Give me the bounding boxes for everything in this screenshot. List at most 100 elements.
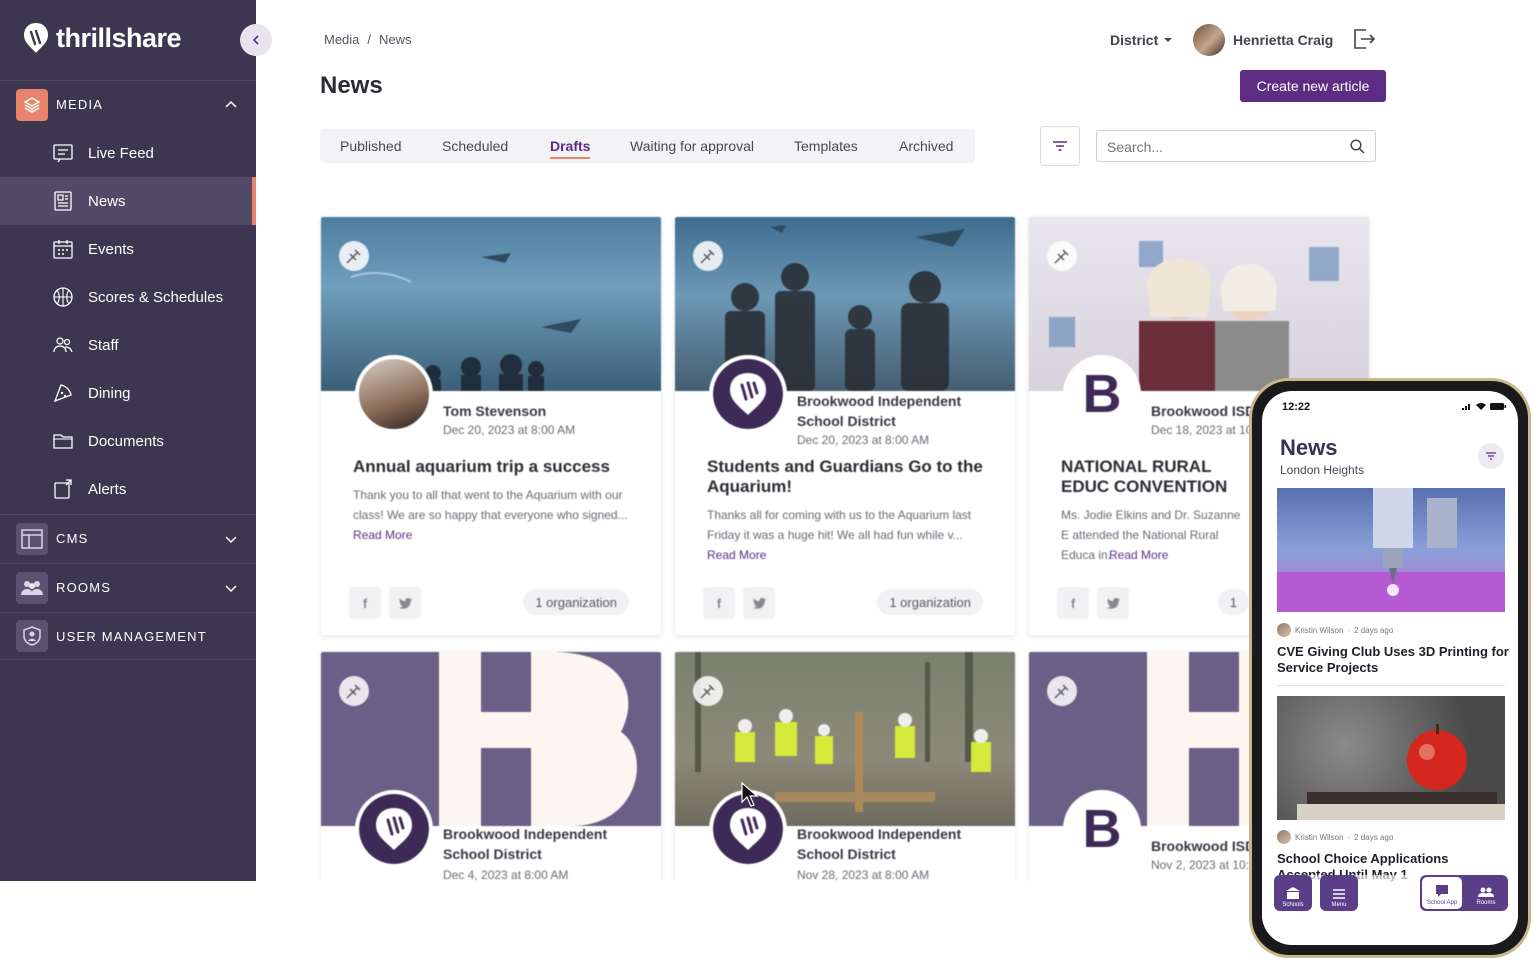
avatar: [1193, 24, 1225, 56]
card-date: Dec 20, 2023 at 8:00 AM: [443, 423, 576, 437]
phone-nav-menu[interactable]: Menu: [1320, 875, 1358, 911]
rooms-section-label: ROOMS: [56, 580, 112, 595]
tab-drafts[interactable]: Drafts: [550, 129, 591, 163]
organization-count-badge: 1 organization: [877, 589, 983, 615]
pin-icon[interactable]: [339, 676, 369, 706]
breadcrumb-current: News: [379, 32, 412, 47]
article-card[interactable]: Brookwood Independent School District No…: [675, 652, 1015, 912]
read-more-link[interactable]: Read More: [353, 528, 412, 542]
author-avatar: [355, 355, 433, 433]
layout-icon: [16, 522, 48, 555]
pin-icon[interactable]: [339, 241, 369, 271]
search-icon[interactable]: [1350, 139, 1365, 154]
user-management-section-header[interactable]: USER MANAGEMENT: [0, 612, 256, 660]
tab-scheduled[interactable]: Scheduled: [442, 129, 508, 163]
phone-article-title[interactable]: CVE Giving Club Uses 3D Printing for Ser…: [1277, 644, 1509, 676]
phone-filter-button[interactable]: [1478, 443, 1504, 469]
phone-nav-schools[interactable]: Schools: [1274, 875, 1312, 911]
breadcrumb-separator: /: [367, 32, 372, 47]
card-title[interactable]: NATIONAL RURAL EDUC CONVENTION: [1061, 457, 1261, 497]
filter-button[interactable]: [1040, 126, 1080, 166]
chevron-up-icon: [225, 100, 237, 108]
twitter-share-button[interactable]: [743, 587, 775, 619]
sidebar-item-dining[interactable]: Dining: [0, 369, 256, 417]
article-card[interactable]: Tom Stevenson Dec 20, 2023 at 8:00 AM An…: [321, 217, 661, 635]
sidebar-item-alerts[interactable]: Alerts: [0, 465, 256, 513]
printer-illustration: [1277, 488, 1505, 612]
divider: [1277, 685, 1505, 686]
author-avatar: [1277, 830, 1291, 844]
district-logo-avatar: [355, 790, 433, 868]
nav-label: Schools: [1282, 902, 1304, 908]
phone-article-time: 2 days ago: [1354, 832, 1394, 842]
brand-logo[interactable]: thrillshare: [22, 22, 182, 54]
district-logo-icon: [359, 794, 429, 864]
sidebar-item-news[interactable]: News: [0, 177, 256, 225]
facebook-share-button[interactable]: f: [349, 587, 381, 619]
school-icon: [1286, 887, 1300, 899]
menu-icon: [1333, 889, 1345, 899]
breadcrumb-media-link[interactable]: Media: [324, 32, 359, 47]
card-date: Dec 4, 2023 at 8:00 AM: [443, 868, 569, 882]
facebook-icon: f: [716, 595, 722, 611]
phone-nav-rooms[interactable]: Rooms: [1466, 877, 1506, 909]
sidebar-item-documents[interactable]: Documents: [0, 417, 256, 465]
status-tabs: Published Scheduled Drafts Waiting for a…: [320, 129, 975, 163]
district-dropdown[interactable]: District: [1110, 32, 1173, 48]
media-section-header[interactable]: MEDIA: [0, 80, 256, 128]
cms-section-header[interactable]: CMS: [0, 514, 256, 562]
district-logo-avatar: [709, 355, 787, 433]
card-date: Dec 20, 2023 at 8:00 AM: [797, 433, 930, 447]
search-input[interactable]: [1107, 137, 1337, 157]
card-date: Nov 2, 2023 at 10:5: [1151, 858, 1256, 872]
sidebar-item-events[interactable]: Events: [0, 225, 256, 273]
facebook-share-button[interactable]: f: [703, 587, 735, 619]
pin-icon[interactable]: [1047, 676, 1077, 706]
read-more-link[interactable]: Read More: [707, 548, 766, 562]
tab-archived[interactable]: Archived: [899, 129, 953, 163]
logout-button[interactable]: [1352, 28, 1376, 55]
organization-count-badge: 1: [1217, 589, 1249, 615]
phone-preview: 12:22 News London Heights Kristin Wilson…: [1249, 378, 1531, 958]
pin-icon[interactable]: [693, 676, 723, 706]
media-section-label: MEDIA: [56, 97, 104, 112]
pin-icon[interactable]: [693, 241, 723, 271]
chevron-left-icon: [252, 35, 259, 45]
user-menu[interactable]: Henrietta Craig: [1193, 24, 1333, 56]
tab-label: Waiting for approval: [630, 138, 754, 154]
card-author: Tom Stevenson: [443, 403, 547, 419]
rooms-section-header[interactable]: ROOMS: [0, 563, 256, 611]
card-title[interactable]: Annual aquarium trip a success: [353, 457, 643, 477]
tab-label: Scheduled: [442, 138, 509, 154]
article-card[interactable]: Brookwood Independent School District De…: [321, 652, 661, 912]
pin-icon[interactable]: [1047, 241, 1077, 271]
active-tab-underline: [550, 157, 591, 159]
sidebar-item-label: Events: [88, 240, 134, 258]
sidebar-item-staff[interactable]: Staff: [0, 321, 256, 369]
collapse-sidebar-button[interactable]: [240, 24, 272, 56]
sidebar-item-label: Live Feed: [88, 144, 154, 162]
sidebar-item-label: Dining: [88, 384, 131, 402]
tab-templates[interactable]: Templates: [794, 129, 858, 163]
tab-waiting-for-approval[interactable]: Waiting for approval: [630, 129, 754, 163]
phone-bottom-nav: Schools Menu School App Rooms: [1262, 875, 1518, 925]
create-new-article-button[interactable]: Create new article: [1240, 70, 1386, 102]
twitter-icon: [1106, 597, 1120, 609]
phone-nav-school-app[interactable]: School App: [1422, 877, 1462, 909]
twitter-share-button[interactable]: [389, 587, 421, 619]
phone-article-time: 2 days ago: [1354, 625, 1394, 635]
facebook-share-button[interactable]: f: [1057, 587, 1089, 619]
tab-published[interactable]: Published: [340, 129, 402, 163]
article-card[interactable]: Brookwood Independent School District De…: [675, 217, 1015, 635]
twitter-share-button[interactable]: [1097, 587, 1129, 619]
chevron-down-icon: [225, 536, 237, 544]
sidebar-item-scores-schedules[interactable]: Scores & Schedules: [0, 273, 256, 321]
live-feed-icon: [53, 144, 73, 163]
search-box: [1096, 130, 1376, 162]
card-title[interactable]: Students and Guardians Go to the Aquariu…: [707, 457, 997, 497]
phone-title: News: [1280, 435, 1338, 460]
read-more-link[interactable]: Read More: [1109, 548, 1168, 562]
phone-article-image-3d-printer: [1277, 488, 1505, 612]
sidebar-item-live-feed[interactable]: Live Feed: [0, 129, 256, 177]
card-date: Nov 28, 2023 at 8:00 AM: [797, 868, 930, 882]
